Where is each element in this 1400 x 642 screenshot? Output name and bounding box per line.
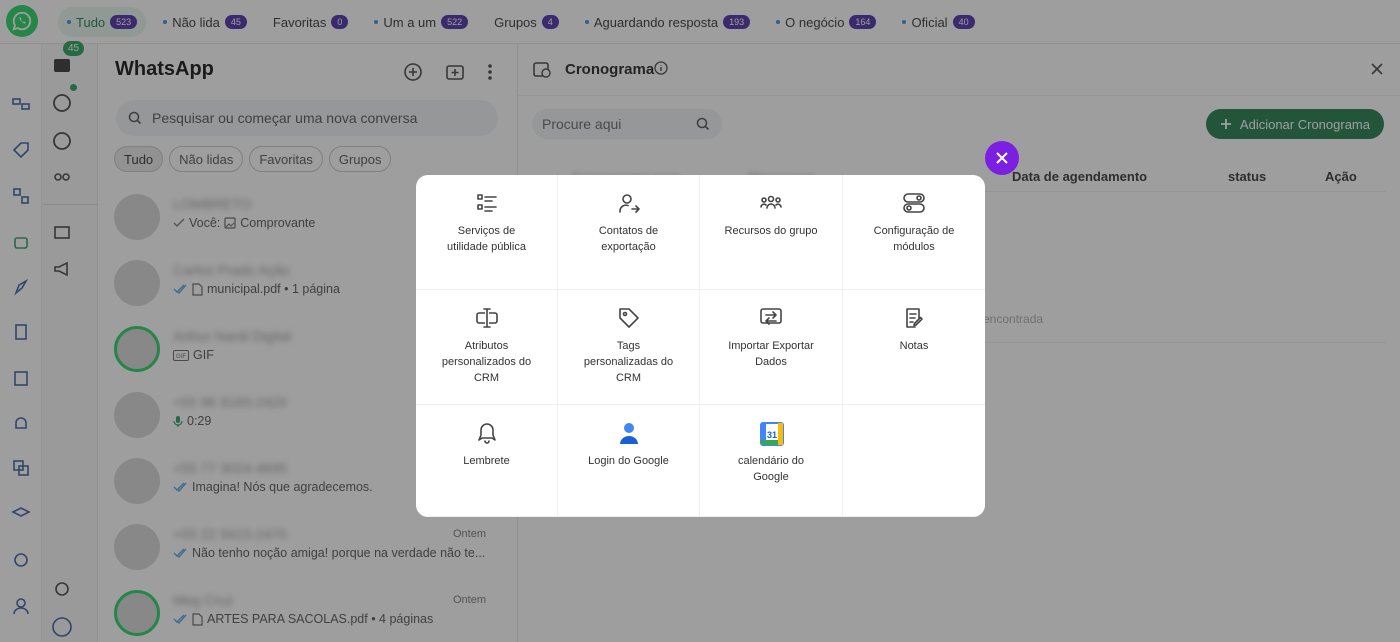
menu-item-text-cursor[interactable]: Atributos personalizados do CRM xyxy=(416,290,558,405)
close-modal-button[interactable] xyxy=(985,141,1019,175)
import-export-icon xyxy=(759,306,783,330)
svg-text:31: 31 xyxy=(767,430,777,440)
menu-item-toggle-config[interactable]: Configuração de módulos xyxy=(843,175,985,290)
group-icon xyxy=(759,191,783,215)
menu-item-label: Configuração de módulos xyxy=(873,225,955,253)
google-calendar-icon: 31 xyxy=(759,421,784,446)
menu-item-label: Importar Exportar Dados xyxy=(728,340,814,368)
text-cursor-icon xyxy=(475,306,499,330)
menu-item-user-export[interactable]: Contatos de exportação xyxy=(558,175,700,290)
list-icon xyxy=(475,191,499,215)
menu-item-google-person[interactable]: Login do Google xyxy=(558,405,700,517)
menu-item-label: Recursos do grupo xyxy=(724,225,818,237)
menu-item-list[interactable]: Serviços de utilidade pública xyxy=(416,175,558,290)
menu-item-label: calendário do Google xyxy=(737,455,805,483)
features-menu-modal: Serviços de utilidade pública Contatos de… xyxy=(416,175,985,517)
note-icon xyxy=(902,306,926,330)
menu-item-bell[interactable]: Lembrete xyxy=(416,405,558,517)
menu-item-label: Login do Google xyxy=(588,455,669,467)
menu-item-import-export[interactable]: Importar Exportar Dados xyxy=(700,290,843,405)
user-export-icon xyxy=(617,191,641,215)
menu-item-label: Contatos de exportação xyxy=(598,225,659,253)
menu-item-google-calendar[interactable]: 31 calendário do Google xyxy=(700,405,843,517)
menu-item-tag[interactable]: Tags personalizadas do CRM xyxy=(558,290,700,405)
menu-item-label: Lembrete xyxy=(463,455,510,467)
tag-icon xyxy=(617,306,641,330)
menu-item-note[interactable]: Notas xyxy=(843,290,985,405)
toggle-config-icon xyxy=(902,191,926,215)
menu-item-label: Notas xyxy=(899,340,929,352)
bell-icon xyxy=(475,421,499,445)
menu-item-group[interactable]: Recursos do grupo xyxy=(700,175,843,290)
close-icon xyxy=(995,151,1009,165)
menu-item-label: Tags personalizadas do CRM xyxy=(583,340,674,384)
menu-item-label: Serviços de utilidade pública xyxy=(447,225,526,253)
menu-item-label: Atributos personalizados do CRM xyxy=(441,340,532,384)
menu-empty-cell xyxy=(843,405,985,517)
google-person-icon xyxy=(617,421,641,445)
